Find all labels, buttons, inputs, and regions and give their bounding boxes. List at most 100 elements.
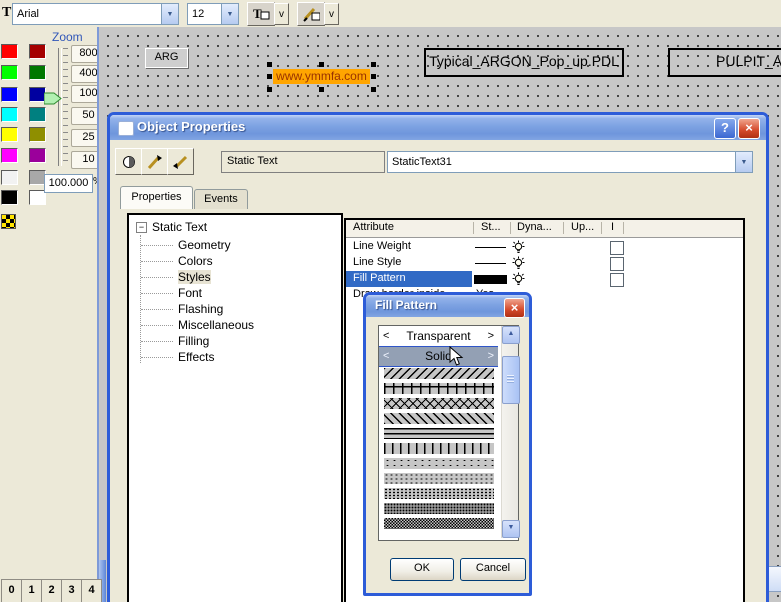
canvas-object-selected[interactable]: www.ymmfa.com [267, 62, 377, 92]
close-button[interactable]: × [738, 118, 760, 139]
pattern-item[interactable] [384, 428, 494, 439]
tree-item-flashing[interactable]: Flashing [129, 301, 341, 317]
page-tab[interactable]: 2 [41, 579, 62, 602]
line-color-dropdown-button[interactable]: v [324, 3, 339, 25]
tree-root-label: Static Text [152, 220, 207, 234]
pattern-item[interactable] [384, 443, 494, 454]
text-color-dropdown-button[interactable]: v [274, 3, 289, 25]
pick-attributes-button[interactable] [141, 148, 168, 175]
chevron-down-icon[interactable]: ▼ [221, 4, 238, 24]
text-color-button[interactable]: T [247, 2, 275, 26]
static-value-swatch[interactable] [473, 257, 509, 269]
font-size-combo[interactable]: 12 ▼ [187, 3, 239, 25]
tab-properties[interactable]: Properties [120, 186, 193, 209]
tree-item-effects[interactable]: Effects [129, 349, 341, 365]
table-row[interactable]: Line Weight [346, 239, 743, 255]
right-arrow-icon[interactable]: > [488, 327, 494, 345]
zoom-slider-thumb[interactable] [44, 92, 62, 105]
page-tab[interactable]: 4 [81, 579, 102, 602]
static-value-swatch[interactable] [473, 241, 509, 253]
tree-item-geometry[interactable]: Geometry [129, 237, 341, 253]
selection-handle[interactable] [319, 87, 324, 92]
object-name-combo[interactable]: StaticText31 ▼ [387, 151, 753, 173]
dialog-titlebar[interactable]: Object Properties ? × [110, 115, 766, 140]
pattern-item[interactable] [384, 383, 494, 394]
pin-button[interactable] [115, 148, 142, 175]
color-swatch[interactable] [1, 127, 18, 142]
scrollbar-thumb[interactable] [502, 356, 520, 404]
selection-handle[interactable] [319, 62, 324, 67]
tree-item-root[interactable]: − Static Text [129, 219, 341, 235]
color-swatch[interactable] [1, 107, 18, 122]
tree-collapse-icon[interactable]: − [136, 222, 147, 233]
page-tab[interactable]: 0 [1, 579, 22, 602]
tree-item-miscellaneous[interactable]: Miscellaneous [129, 317, 341, 333]
page-tab[interactable]: 3 [61, 579, 82, 602]
pattern-item[interactable] [384, 458, 494, 469]
pattern-item-solid-selected[interactable]: < Solid > [379, 346, 498, 367]
tree-item-font[interactable]: Font [129, 285, 341, 301]
pattern-item[interactable] [384, 413, 494, 424]
help-button[interactable]: ? [714, 118, 736, 139]
right-arrow-icon[interactable]: > [488, 347, 494, 365]
color-swatch[interactable] [29, 65, 46, 80]
transparent-color-icon[interactable] [1, 214, 16, 229]
header-dynamic: Dyna... [517, 221, 552, 233]
color-swatch[interactable] [29, 148, 46, 163]
scroll-up-icon[interactable]: ▲ [502, 326, 520, 344]
tree-item-filling[interactable]: Filling [129, 333, 341, 349]
color-swatch[interactable] [1, 170, 18, 185]
pattern-item[interactable] [384, 518, 494, 529]
table-row[interactable]: Line Style [346, 255, 743, 271]
canvas-object-pulpit[interactable]: PULPIT_ARG [668, 48, 781, 77]
update-checkbox[interactable] [610, 241, 624, 255]
apply-attributes-button[interactable] [167, 148, 194, 175]
selection-handle[interactable] [371, 87, 376, 92]
table-row-selected[interactable]: Fill Pattern [346, 271, 743, 287]
color-swatch[interactable] [29, 44, 46, 59]
pattern-list-scrollbar[interactable]: ▲ ▼ [501, 326, 518, 538]
cancel-button[interactable]: Cancel [460, 558, 526, 581]
left-arrow-icon[interactable]: < [383, 327, 389, 345]
color-swatch[interactable] [29, 127, 46, 142]
pattern-item[interactable] [384, 368, 494, 379]
left-panel: Zoom 800 400 100 50 25 10 100.000 % [0, 27, 98, 602]
chevron-down-icon[interactable]: ▼ [161, 4, 178, 24]
line-color-button[interactable] [297, 2, 325, 26]
selection-handle[interactable] [267, 87, 272, 92]
tree-item-colors[interactable]: Colors [129, 253, 341, 269]
chevron-down-icon[interactable]: ▼ [735, 152, 752, 172]
dialog-titlebar[interactable]: Fill Pattern × [366, 295, 529, 317]
page-tab[interactable]: 1 [21, 579, 42, 602]
selection-handle[interactable] [371, 62, 376, 67]
canvas-object-popup-pdl[interactable]: Typical_ARGON_Pop_up.PDL [424, 48, 624, 77]
zoom-slider-track[interactable] [58, 48, 62, 166]
font-name-combo[interactable]: Arial ▼ [12, 3, 179, 25]
selection-handle[interactable] [267, 62, 272, 67]
update-checkbox[interactable] [610, 273, 624, 287]
color-swatch[interactable] [1, 148, 18, 163]
selected-static-text[interactable]: www.ymmfa.com [273, 69, 370, 84]
color-swatch[interactable] [1, 65, 18, 80]
color-swatch[interactable] [1, 190, 18, 205]
selection-handle[interactable] [371, 74, 376, 79]
color-swatch[interactable] [1, 44, 18, 59]
color-swatch[interactable] [29, 107, 46, 122]
update-checkbox[interactable] [610, 257, 624, 271]
scroll-down-icon[interactable]: ▼ [502, 520, 520, 538]
pattern-item[interactable] [384, 503, 494, 514]
left-arrow-icon[interactable]: < [383, 347, 389, 365]
color-swatch[interactable] [1, 87, 18, 102]
zoom-value-field[interactable]: 100.000 [44, 174, 93, 193]
close-button[interactable]: × [504, 298, 525, 318]
ok-button[interactable]: OK [390, 558, 454, 581]
pattern-item[interactable] [384, 473, 494, 484]
pattern-item[interactable] [384, 488, 494, 499]
tab-events[interactable]: Events [194, 189, 248, 209]
tree-item-styles[interactable]: Styles [129, 269, 341, 285]
static-value-swatch[interactable] [473, 273, 509, 285]
canvas-object-arg[interactable]: ARG [145, 48, 188, 68]
pattern-item[interactable] [384, 398, 494, 409]
pattern-item-transparent[interactable]: < Transparent > [379, 327, 498, 346]
selection-handle[interactable] [267, 74, 272, 79]
